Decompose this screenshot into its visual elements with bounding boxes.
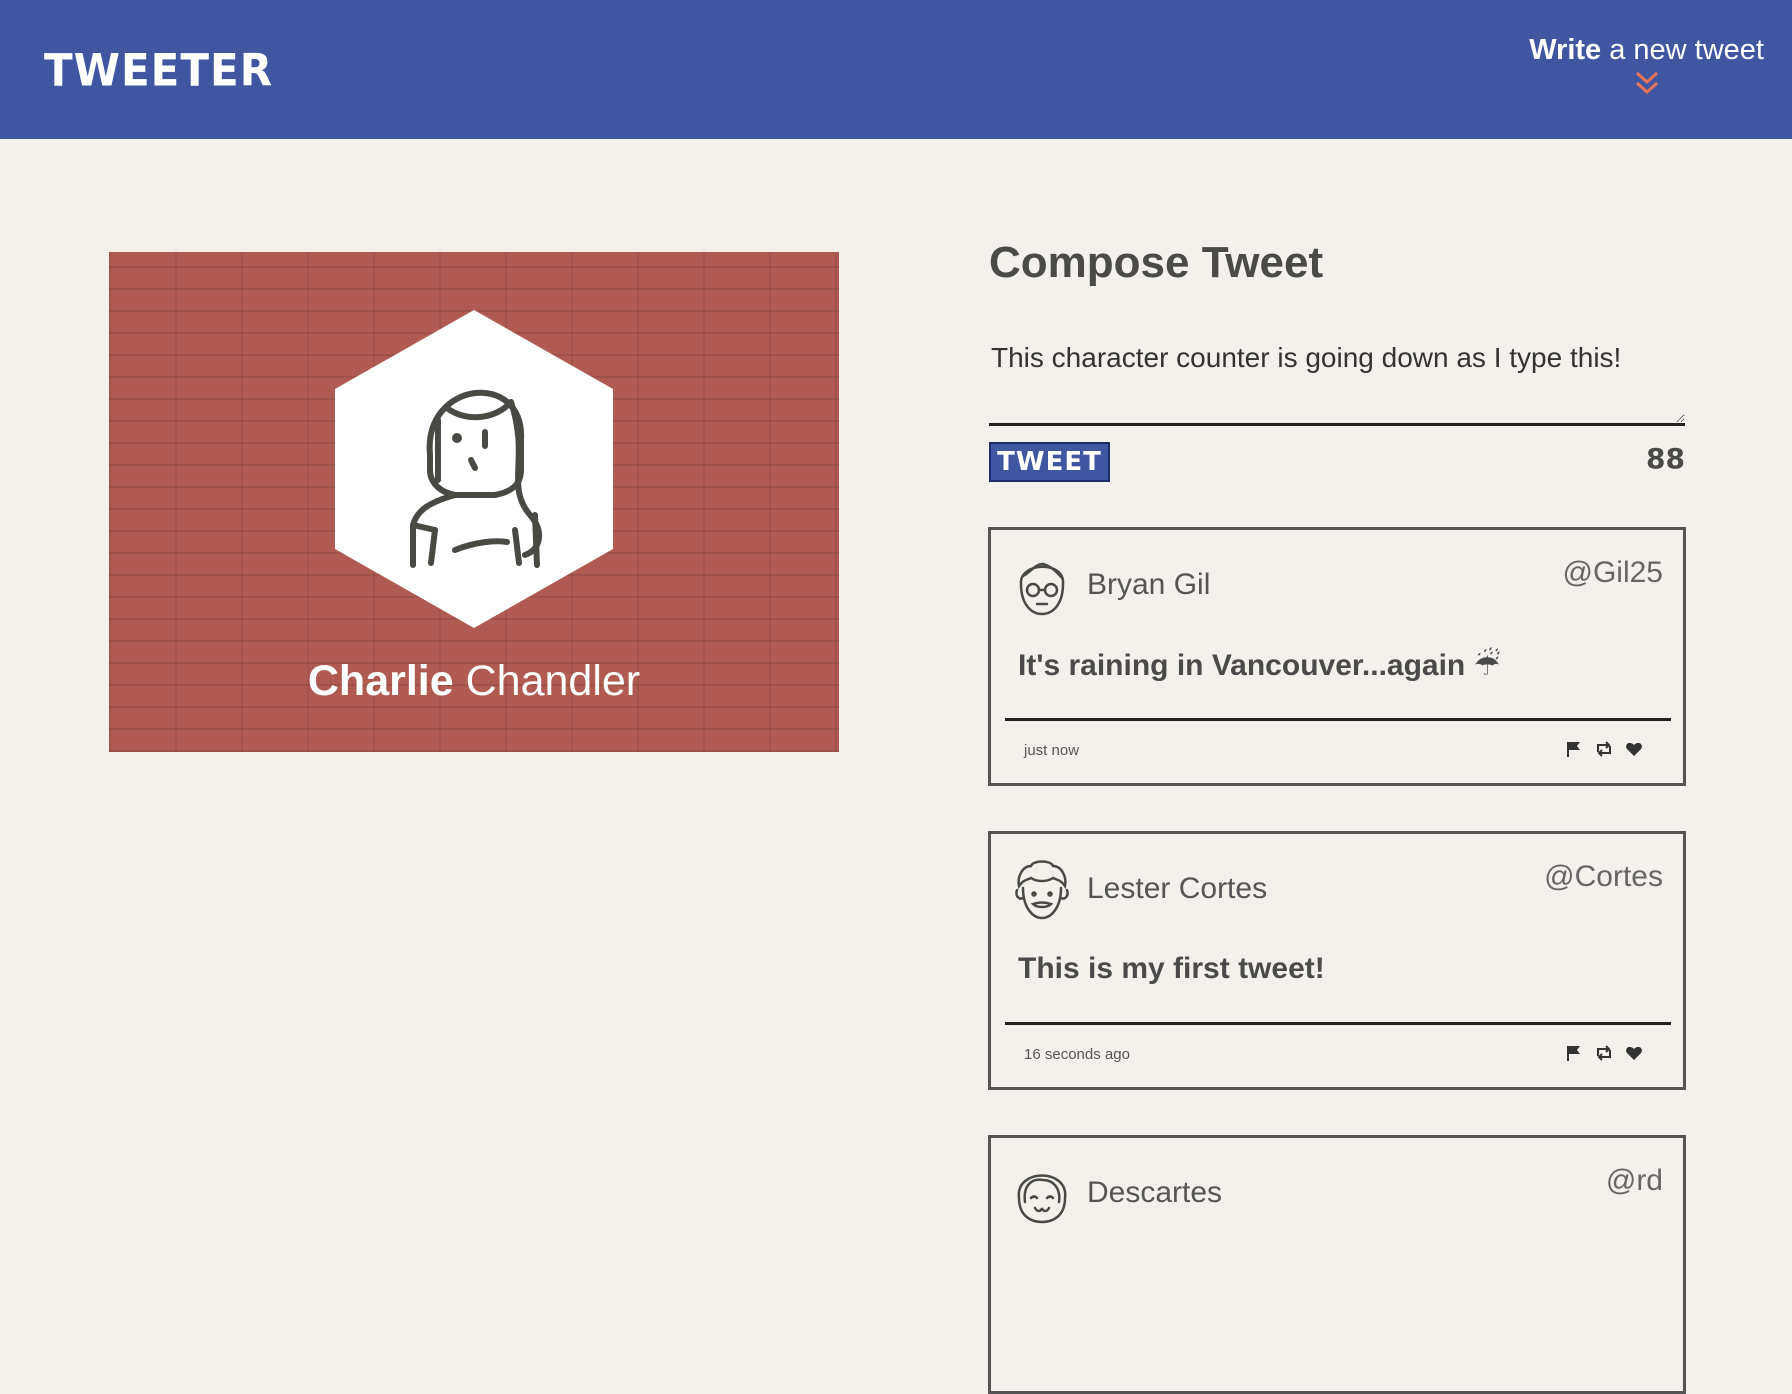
tweet-timestamp: 16 seconds ago bbox=[1024, 1046, 1130, 1063]
flag-icon[interactable] bbox=[1565, 740, 1583, 758]
tweet-body: This is my first tweet! bbox=[1018, 952, 1325, 985]
top-nav: TWEETER Write a new tweet bbox=[0, 0, 1792, 139]
write-new-tweet-toggle[interactable]: Write a new tweet bbox=[1529, 34, 1764, 97]
bespectacled-man-avatar-icon bbox=[1019, 562, 1065, 616]
tweet-actions bbox=[1565, 740, 1643, 758]
tweet-author-handle: @rd bbox=[1605, 1164, 1663, 1197]
brand-logo[interactable]: TWEETER bbox=[44, 45, 273, 96]
tweet-card: Descartes @rd bbox=[988, 1135, 1686, 1394]
write-label-bold: Write bbox=[1529, 34, 1602, 66]
tweet-actions bbox=[1565, 1044, 1643, 1062]
heart-icon[interactable] bbox=[1625, 740, 1643, 758]
tweet-author-name: Lester Cortes bbox=[1087, 872, 1268, 905]
heart-icon[interactable] bbox=[1625, 1044, 1643, 1062]
retweet-icon[interactable] bbox=[1595, 740, 1613, 758]
tweet-author-handle: @Gil25 bbox=[1562, 556, 1664, 589]
tweet-divider bbox=[1005, 718, 1671, 721]
profile-name: Charlie Chandler bbox=[109, 657, 839, 706]
tweet-author-name: Bryan Gil bbox=[1087, 568, 1211, 601]
compose-textarea[interactable]: This character counter is going down as … bbox=[989, 336, 1685, 426]
compose-title: Compose Tweet bbox=[989, 238, 1324, 287]
retweet-icon[interactable] bbox=[1595, 1044, 1613, 1062]
profile-last-name: Chandler bbox=[465, 657, 641, 705]
tweet-author-handle: @Cortes bbox=[1544, 860, 1663, 893]
tweet-submit-button[interactable]: TWEET bbox=[989, 442, 1110, 482]
profile-first-name: Charlie bbox=[307, 657, 454, 705]
tweet-card: Lester Cortes @Cortes This is my first t… bbox=[988, 831, 1686, 1090]
profile-card: Charlie Chandler bbox=[109, 252, 839, 752]
tweet-author-name: Descartes bbox=[1087, 1176, 1223, 1209]
write-label-rest: a new tweet bbox=[1601, 34, 1764, 66]
tweet-timestamp: just now bbox=[1024, 742, 1080, 759]
bob-hair-avatar-icon bbox=[1017, 1174, 1067, 1224]
character-counter: 88 bbox=[1646, 442, 1685, 475]
tweet-divider bbox=[1005, 1022, 1671, 1025]
tweet-body: It's raining in Vancouver...again ☔ bbox=[1018, 649, 1501, 682]
double-chevron-down-icon[interactable] bbox=[1633, 69, 1661, 97]
flag-icon[interactable] bbox=[1565, 1044, 1583, 1062]
tweet-card: Bryan Gil @Gil25 It's raining in Vancouv… bbox=[988, 527, 1686, 786]
curly-hair-man-avatar-icon bbox=[1015, 860, 1069, 920]
profile-avatar-icon bbox=[335, 310, 613, 628]
